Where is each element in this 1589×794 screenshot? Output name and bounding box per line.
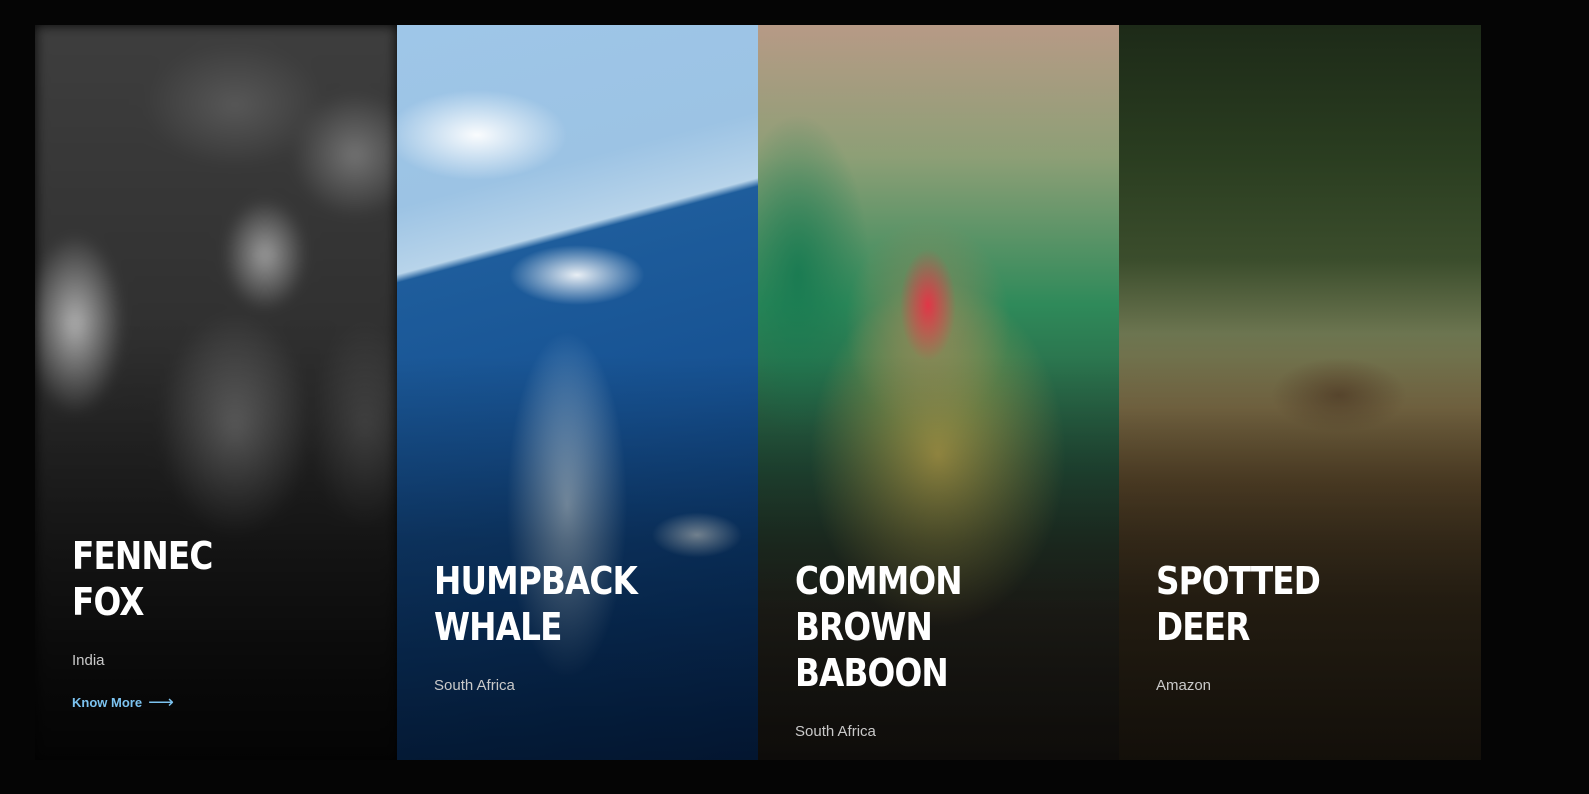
gallery: FENNEC FOX India Know More ⟶ HUMPBACK WH… <box>0 0 1589 794</box>
card-fennec-fox[interactable]: FENNEC FOX India Know More ⟶ <box>35 25 397 760</box>
card-caption: COMMON BROWN BABOON South Africa <box>795 558 1100 740</box>
card-location: South Africa <box>434 677 515 694</box>
card-title: HUMPBACK WHALE <box>434 559 638 649</box>
card-humpback-whale[interactable]: HUMPBACK WHALE South Africa <box>397 25 759 760</box>
card-location: South Africa <box>795 723 876 740</box>
card-title: SPOTTED DEER <box>1156 559 1321 649</box>
know-more-link[interactable]: Know More ⟶ <box>72 692 174 712</box>
card-caption: FENNEC FOX India Know More ⟶ <box>72 533 377 711</box>
card-title: FENNEC FOX <box>72 534 213 624</box>
card-caption: HUMPBACK WHALE South Africa <box>434 558 739 694</box>
card-spotted-deer[interactable]: SPOTTED DEER Amazon <box>1119 25 1481 760</box>
know-more-label: Know More <box>72 695 143 710</box>
card-common-brown-baboon[interactable]: COMMON BROWN BABOON South Africa <box>758 25 1120 760</box>
card-location: Amazon <box>1156 677 1212 694</box>
card-caption: SPOTTED DEER Amazon <box>1156 558 1461 694</box>
card-location: India <box>72 652 105 669</box>
arrow-right-icon: ⟶ <box>148 692 174 712</box>
card-title: COMMON BROWN BABOON <box>795 559 963 695</box>
